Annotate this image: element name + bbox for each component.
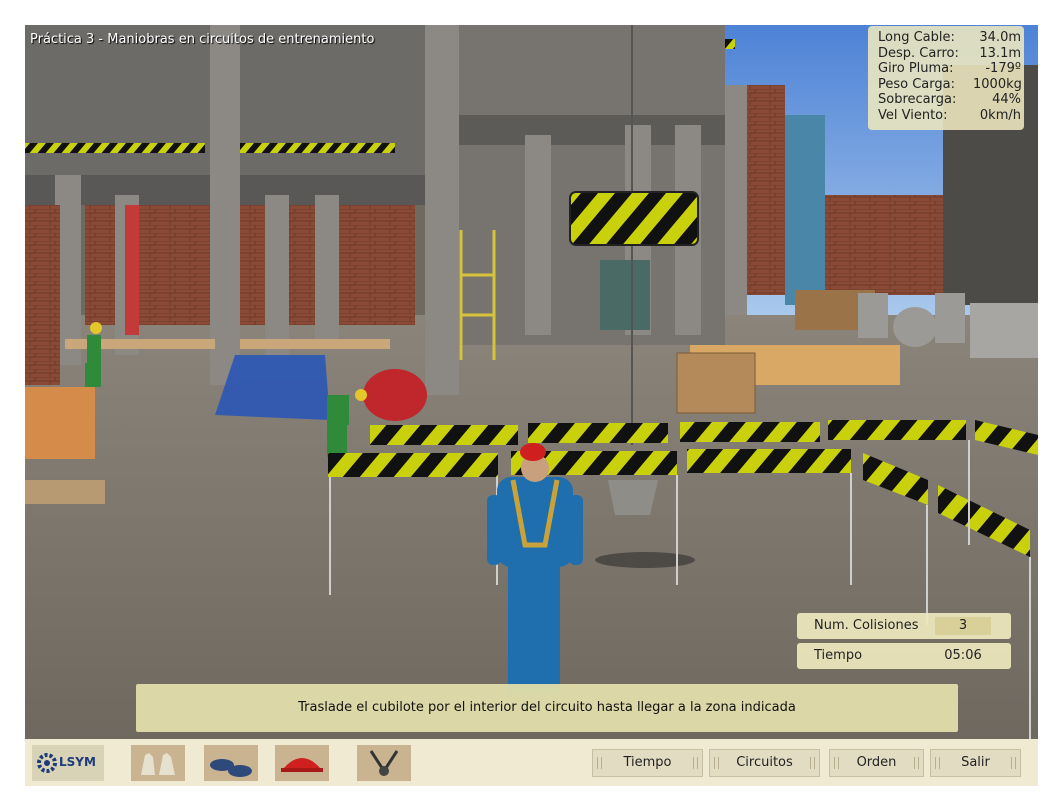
red-scaffold xyxy=(125,205,139,335)
concrete-blocks xyxy=(970,303,1038,358)
brick-pallet xyxy=(25,387,95,459)
stat-desp-carro: Desp. Carro: 13.1m xyxy=(878,46,1024,62)
hazard-rail-upper-left xyxy=(25,143,205,153)
stat-label: Vel Viento: xyxy=(878,107,948,123)
stat-vel-viento: Vel Viento: 0km/h xyxy=(878,108,1024,124)
stat-value: 0km/h xyxy=(979,107,1021,123)
boots-icon xyxy=(210,759,252,777)
score-panel: Num. Colisiones 3 Tiempo 05:06 xyxy=(797,613,1011,669)
time-counter: Tiempo 05:06 xyxy=(797,643,1011,669)
stat-label: Sobrecarga: xyxy=(878,92,957,107)
stat-value: 13.1m xyxy=(979,45,1021,61)
instruction-banner: Traslade el cubilote por el interior del… xyxy=(136,684,958,732)
harness-icon xyxy=(369,750,399,776)
red-mixer xyxy=(363,369,427,421)
gloves-item[interactable] xyxy=(131,745,185,781)
electrical-box xyxy=(600,260,650,330)
crane-hook-block xyxy=(569,191,699,246)
collisions-value: 3 xyxy=(935,617,991,635)
blue-building xyxy=(785,115,825,305)
stat-label: Giro Pluma: xyxy=(878,61,954,76)
lsym-logo: LSYM xyxy=(32,745,104,781)
collisions-label: Num. Colisiones xyxy=(814,618,919,633)
stat-value: 34.0m xyxy=(979,30,1021,45)
stat-label: Desp. Carro: xyxy=(878,45,959,61)
salir-button[interactable]: Salir xyxy=(930,749,1021,777)
stat-value: 44% xyxy=(992,92,1021,107)
stat-peso-carga: Peso Carga: 1000kg xyxy=(878,77,1024,93)
stat-long-cable: Long Cable: 34.0m xyxy=(878,30,1024,46)
concrete-bucket xyxy=(608,480,658,515)
brick-building-right xyxy=(825,195,945,295)
wooden-crate xyxy=(676,352,756,414)
brick-wall-left xyxy=(25,205,60,385)
time-value: 05:06 xyxy=(944,648,982,663)
gloves-icon xyxy=(141,753,175,775)
circuitos-button[interactable]: Circuitos xyxy=(709,749,820,777)
logo-text: LSYM xyxy=(59,755,96,769)
stat-sobrecarga: Sobrecarga: 44% xyxy=(878,92,1024,108)
harness-item[interactable] xyxy=(357,745,411,781)
orden-button[interactable]: Orden xyxy=(829,749,924,777)
stat-label: Long Cable: xyxy=(878,30,955,45)
stat-giro-pluma: Giro Pluma: -179º xyxy=(878,61,1024,77)
boots-item[interactable] xyxy=(204,745,258,781)
practice-title: Práctica 3 - Maniobras en circuitos de e… xyxy=(30,32,375,47)
helmet-item[interactable] xyxy=(275,745,329,781)
helmet-icon xyxy=(281,758,323,772)
work-table-right xyxy=(240,339,390,349)
tiempo-button[interactable]: Tiempo xyxy=(592,749,703,777)
bottom-toolbar: LSYM Tiempo Circuitos Orden Salir xyxy=(25,739,1038,786)
manhole xyxy=(595,552,695,568)
game-viewport[interactable]: Práctica 3 - Maniobras en circuitos de e… xyxy=(25,25,1038,739)
stat-value: -179º xyxy=(985,61,1021,76)
hazard-rail-upper-mid xyxy=(235,143,395,153)
crane-stats-panel: Long Cable: 34.0m Desp. Carro: 13.1m Gir… xyxy=(868,26,1024,130)
stat-label: Peso Carga: xyxy=(878,76,955,92)
collisions-counter: Num. Colisiones 3 xyxy=(797,613,1011,639)
stat-value: 1000kg xyxy=(973,76,1022,92)
time-label: Tiempo xyxy=(814,648,863,663)
wood-pallet xyxy=(25,480,105,504)
blue-platform xyxy=(215,355,330,420)
